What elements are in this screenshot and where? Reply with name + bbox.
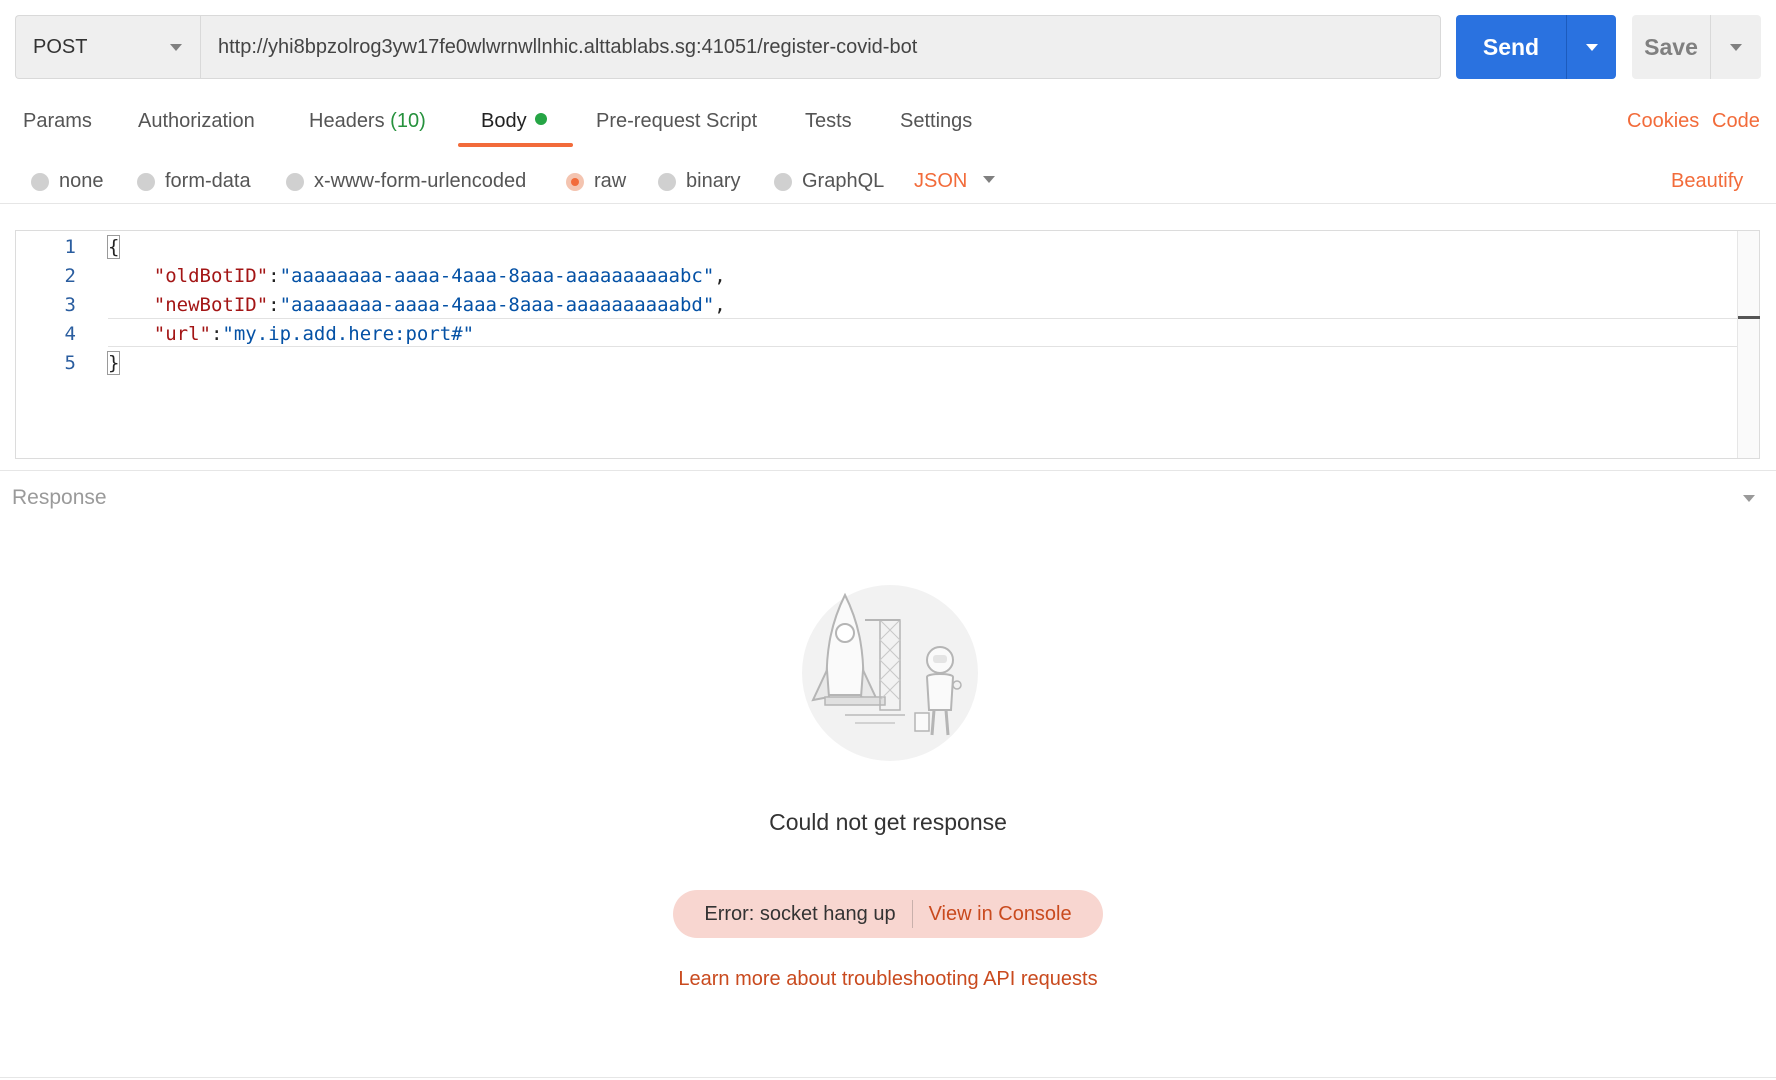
- tab-body[interactable]: Body: [481, 110, 547, 133]
- close-brace: }: [106, 351, 121, 375]
- rocket-icon: [802, 585, 978, 761]
- tab-prerequest-script[interactable]: Pre-request Script: [596, 110, 757, 133]
- code-editor[interactable]: 1 2 3 4 5 { "oldBotID":"aaaaaaaa-aaaa-4a…: [15, 230, 1760, 459]
- code-line: "oldBotID":"aaaaaaaa-aaaa-4aaa-8aaa-aaaa…: [153, 265, 726, 287]
- code-line: "newBotID":"aaaaaaaa-aaaa-4aaa-8aaa-aaaa…: [153, 294, 726, 316]
- radio-raw-label: raw: [594, 170, 627, 192]
- beautify-link[interactable]: Beautify: [1671, 170, 1743, 193]
- json-key: "oldBotID": [153, 265, 269, 287]
- view-in-console-link[interactable]: View in Console: [913, 903, 1072, 926]
- editor-scrollbar[interactable]: [1737, 231, 1760, 458]
- radio-button-selected: [566, 172, 584, 191]
- chevron-down-icon[interactable]: [983, 176, 995, 183]
- radio-raw[interactable]: raw: [566, 170, 626, 193]
- headers-count-badge: (10): [390, 110, 426, 132]
- radio-form-data[interactable]: form-data: [137, 170, 251, 193]
- body-indicator-dot: [534, 113, 547, 125]
- error-message: Error: socket hang up: [704, 902, 896, 925]
- code-line: "url":"my.ip.add.here:port#": [153, 323, 475, 345]
- body-type-selector: none form-data x-www-form-urlencoded raw…: [0, 160, 1776, 204]
- active-tab-indicator: [458, 143, 573, 147]
- chevron-down-icon[interactable]: [1743, 495, 1755, 502]
- radio-binary[interactable]: binary: [658, 170, 740, 193]
- method-select[interactable]: POST: [15, 15, 200, 79]
- radio-form-data-label: form-data: [165, 170, 251, 192]
- json-key: "newBotID": [153, 294, 269, 316]
- radio-graphql[interactable]: GraphQL: [774, 170, 884, 193]
- send-button[interactable]: Send: [1456, 15, 1566, 79]
- radio-button: [658, 172, 676, 191]
- json-value: "aaaaaaaa-aaaa-4aaa-8aaa-aaaaaaaaaabd": [279, 294, 715, 316]
- chevron-down-icon: [170, 44, 182, 51]
- line-number: 2: [64, 265, 76, 287]
- radio-button: [137, 172, 155, 191]
- radio-urlencoded[interactable]: x-www-form-urlencoded: [286, 170, 526, 193]
- no-response-message: Could not get response: [769, 809, 1007, 835]
- tab-tests[interactable]: Tests: [805, 110, 852, 133]
- send-options-button[interactable]: [1566, 15, 1616, 79]
- json-key: "url": [153, 323, 211, 345]
- cookies-link[interactable]: Cookies: [1627, 110, 1699, 133]
- line-number: 4: [64, 323, 76, 345]
- radio-urlencoded-label: x-www-form-urlencoded: [314, 170, 527, 192]
- line-number: 3: [64, 294, 76, 316]
- json-value: "aaaaaaaa-aaaa-4aaa-8aaa-aaaaaaaaaabc": [279, 265, 715, 287]
- radio-none[interactable]: none: [31, 170, 104, 193]
- open-brace: {: [106, 235, 121, 259]
- learn-more-link: Learn more about troubleshooting API req…: [0, 968, 1776, 991]
- save-button-group: Save: [1632, 15, 1761, 79]
- radio-none-label: none: [59, 170, 104, 192]
- request-bar: POST http://yhi8bpzolrog3yw17fe0wlwrnwll…: [15, 15, 1441, 79]
- line-number-gutter: 1 2 3 4 5: [16, 231, 96, 458]
- send-button-group: Send: [1456, 15, 1616, 79]
- save-options-button[interactable]: [1710, 15, 1761, 79]
- chevron-down-icon: [1585, 43, 1598, 51]
- radio-button: [774, 172, 792, 191]
- scroll-marker: [1738, 316, 1760, 319]
- format-select[interactable]: JSON: [914, 170, 967, 193]
- learn-more-link-text[interactable]: Learn more about troubleshooting API req…: [678, 968, 1097, 990]
- code-link[interactable]: Code: [1712, 110, 1760, 133]
- radio-button: [286, 172, 304, 191]
- bottom-divider: [0, 1077, 1776, 1078]
- line-number: 5: [64, 352, 76, 374]
- error-banner: Error: socket hang up View in Console: [673, 890, 1103, 938]
- json-value: "my.ip.add.here:port#": [222, 323, 475, 345]
- radio-binary-label: binary: [686, 170, 741, 192]
- tab-params[interactable]: Params: [23, 110, 92, 133]
- save-button[interactable]: Save: [1632, 15, 1710, 79]
- code-line: }: [106, 351, 121, 375]
- tab-headers-label: Headers: [309, 110, 385, 132]
- line-number: 1: [64, 236, 76, 258]
- code-line: {: [106, 235, 121, 259]
- json-comma: ,: [714, 294, 726, 316]
- radio-button: [31, 172, 49, 191]
- json-comma: ,: [714, 265, 726, 287]
- response-divider: [0, 470, 1776, 471]
- tab-authorization[interactable]: Authorization: [138, 110, 255, 133]
- method-label: POST: [33, 35, 88, 58]
- response-title: Response: [12, 486, 107, 509]
- tab-settings[interactable]: Settings: [900, 110, 972, 133]
- chevron-down-icon: [1730, 43, 1742, 51]
- rocket-astronaut-illustration: [785, 585, 985, 765]
- tab-body-label: Body: [481, 110, 527, 132]
- radio-graphql-label: GraphQL: [802, 170, 885, 192]
- request-tabs: Params Authorization Headers (10) Body P…: [0, 100, 1776, 150]
- url-input[interactable]: http://yhi8bpzolrog3yw17fe0wlwrnwllnhic.…: [200, 15, 1441, 79]
- tab-headers[interactable]: Headers (10): [309, 110, 426, 133]
